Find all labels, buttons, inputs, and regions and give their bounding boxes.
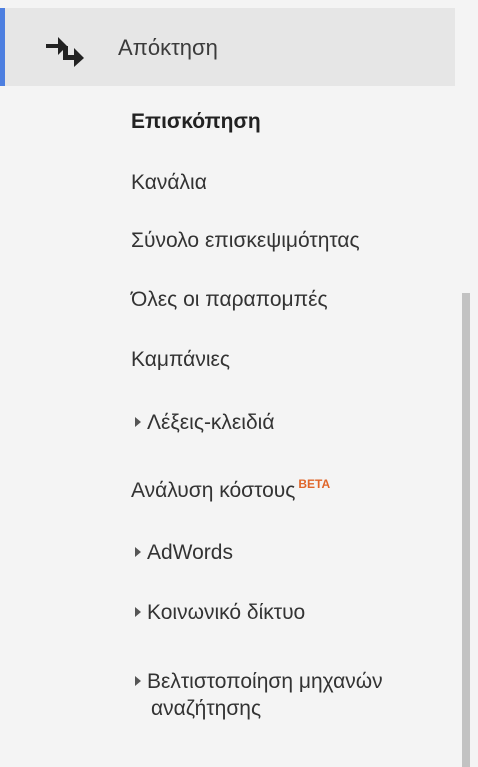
nav-item-all-traffic[interactable]: Σύνολο επισκεψιμότητας [131,228,360,254]
nav-item-overview[interactable]: Επισκόπηση [131,109,261,135]
expand-caret-icon [135,676,141,686]
nav-item-campaigns[interactable]: Καμπάνιες [131,347,230,373]
nav-item-adwords[interactable]: AdWords [131,540,233,566]
active-section-indicator [0,8,5,86]
section-title: Απόκτηση [118,35,218,60]
nav-item-seo-label-line2: αναζήτησης [151,697,262,720]
sidebar-panel: Απόκτηση Επισκόπηση Κανάλια Σύνολο επισκ… [0,0,478,767]
expand-caret-icon [135,607,141,617]
beta-badge: BETA [298,477,331,491]
nav-item-channels[interactable]: Κανάλια [131,170,207,196]
nav-item-social[interactable]: Κοινωνικό δίκτυο [131,600,305,626]
nav-item-seo-label-line1: Βελτιστοποίηση μηχανών [147,670,383,693]
section-header-acquisition[interactable]: Απόκτηση [0,8,455,86]
expand-caret-icon [135,417,141,427]
nav-item-adwords-label: AdWords [147,541,233,564]
expand-caret-icon [135,547,141,557]
nav-item-keywords[interactable]: Λέξεις-κλειδιά [131,410,274,436]
nav-item-cost-analysis-label: Ανάλυση κόστους [131,479,296,502]
nav-item-social-label: Κοινωνικό δίκτυο [147,601,306,624]
scrollbar-thumb[interactable] [462,293,470,767]
nav-item-keywords-label: Λέξεις-κλειδιά [147,411,275,434]
nav-item-all-referrals[interactable]: Όλες οι παραπομπές [131,287,328,313]
nav-item-seo[interactable]: Βελτιστοποίηση μηχανών αναζήτησης [131,668,461,722]
acquisition-arrows-icon [46,37,84,67]
nav-item-cost-analysis[interactable]: Ανάλυση κόστους BETA [131,471,330,504]
